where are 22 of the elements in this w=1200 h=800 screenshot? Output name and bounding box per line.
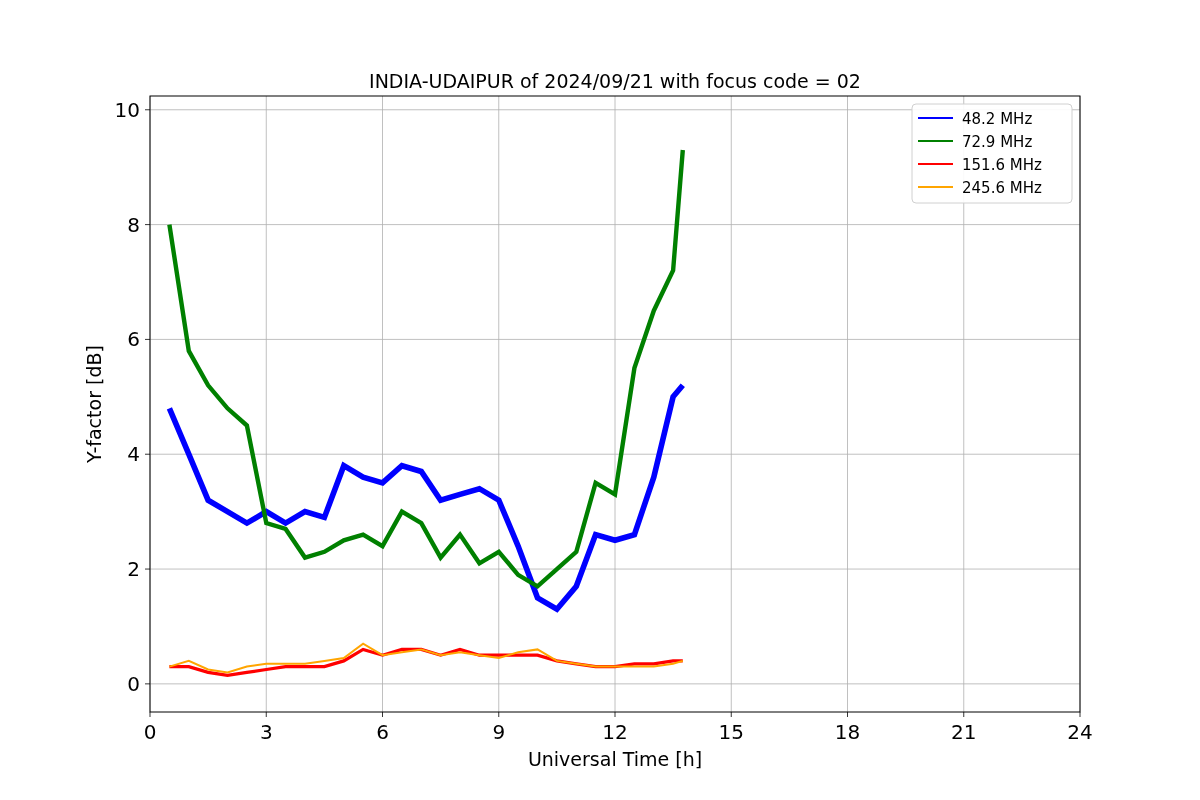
y-tick-label: 2 xyxy=(127,557,140,582)
x-tick-label: 12 xyxy=(602,720,628,744)
legend-label: 245.6 MHz xyxy=(962,179,1042,197)
x-tick-label: 21 xyxy=(951,720,977,744)
y-tick-label: 4 xyxy=(127,442,140,467)
x-tick-label: 24 xyxy=(1067,720,1093,744)
x-tick-label: 15 xyxy=(718,720,744,744)
chart-title: INDIA-UDAIPUR of 2024/09/21 with focus code = 02 xyxy=(369,70,861,92)
legend-label: 72.9 MHz xyxy=(962,133,1033,151)
legend-label: 151.6 MHz xyxy=(962,156,1042,174)
y-tick-label: 8 xyxy=(127,212,140,237)
y-tick-label: 10 xyxy=(114,97,140,122)
y-tick-label: 0 xyxy=(127,671,140,696)
x-tick-label: 9 xyxy=(492,720,506,744)
x-tick-label: 3 xyxy=(259,720,273,744)
x-tick-label: 0 xyxy=(143,720,157,744)
y-tick-label: 6 xyxy=(127,327,140,352)
x-axis-label: Universal Time [h] xyxy=(527,748,703,770)
y-axis-label: Y-factor [dB] xyxy=(83,345,105,463)
x-tick-label: 18 xyxy=(834,720,861,744)
x-tick-label: 6 xyxy=(376,720,389,744)
legend-label: 48.2 MHz xyxy=(962,110,1033,128)
